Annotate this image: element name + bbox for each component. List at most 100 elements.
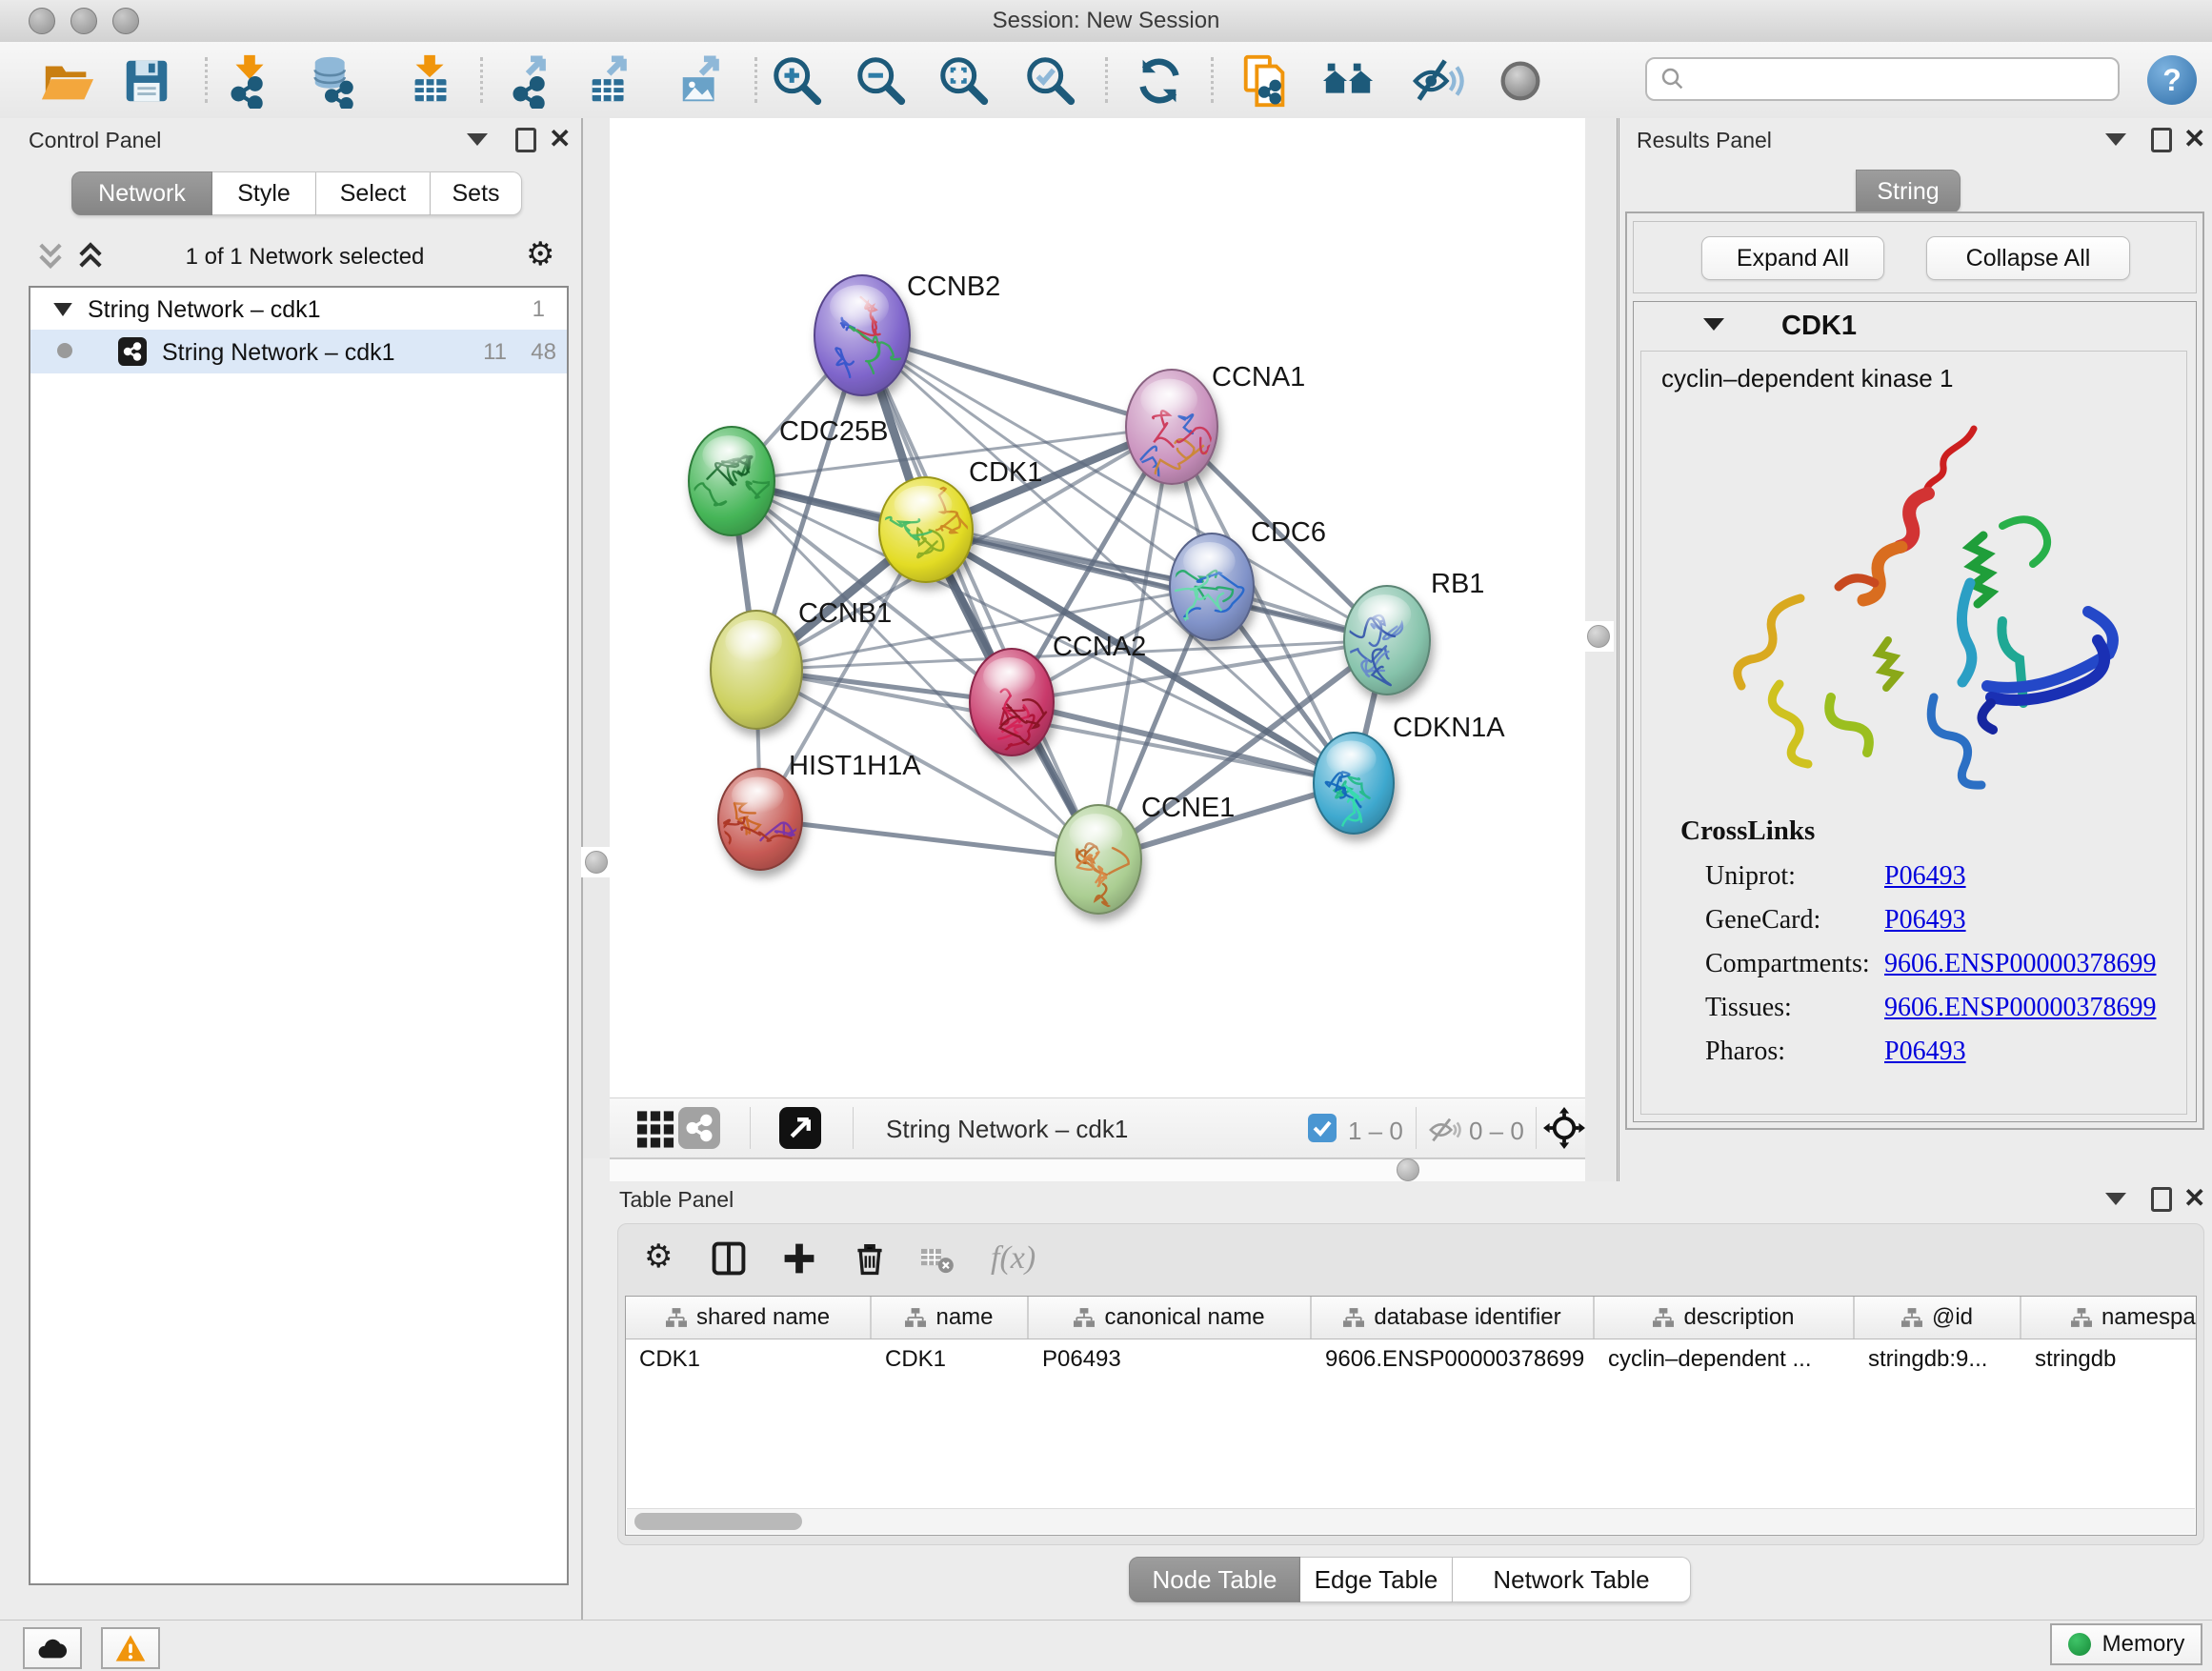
crosslink-genecard-link[interactable]: P06493 [1884, 905, 1966, 936]
detach-view-icon[interactable] [779, 1107, 821, 1149]
cell-id[interactable]: stringdb:9... [1855, 1339, 2021, 1380]
crosslink-uniprot-link[interactable]: P06493 [1884, 861, 1966, 892]
right-splitter-handle[interactable] [1587, 625, 1610, 648]
table-options-gear-icon[interactable]: ⚙ [644, 1240, 673, 1273]
first-neighbors-icon[interactable] [1320, 53, 1376, 109]
cell-name[interactable]: CDK1 [872, 1339, 1029, 1380]
network-node-CCNE1[interactable] [1056, 805, 1141, 914]
toolbar-separator [205, 57, 208, 103]
table-horizontal-scrollbar[interactable] [627, 1508, 2195, 1534]
table-row[interactable]: CDK1 CDK1 P06493 9606.ENSP00000378699 cy… [626, 1339, 2197, 1380]
left-splitter[interactable] [583, 118, 610, 1158]
export-network-icon[interactable] [504, 53, 559, 109]
collapse-all-button[interactable]: Collapse All [1926, 236, 2130, 280]
warnings-button[interactable] [101, 1627, 160, 1669]
expand-all-button[interactable]: Expand All [1701, 236, 1884, 280]
column-header-description[interactable]: description [1595, 1297, 1855, 1339]
network-node-HIST1H1A[interactable] [718, 769, 817, 870]
gene-collapse-icon[interactable] [1703, 318, 1724, 331]
cell-shared-name[interactable]: CDK1 [626, 1339, 872, 1380]
network-node-CCNA1[interactable] [1126, 370, 1222, 484]
show-columns-icon[interactable] [709, 1238, 749, 1278]
column-header-database-identifier[interactable]: database identifier [1312, 1297, 1595, 1339]
import-network-from-database-icon[interactable] [308, 53, 363, 109]
selected-checkbox-icon[interactable] [1308, 1114, 1337, 1142]
tab-network-table[interactable]: Network Table [1453, 1557, 1691, 1602]
export-image-icon[interactable] [675, 53, 731, 109]
collapse-all-networks-icon[interactable] [34, 240, 67, 272]
tab-node-table[interactable]: Node Table [1129, 1557, 1300, 1602]
network-node-CCNB1[interactable] [711, 611, 802, 729]
control-panel-float-icon[interactable] [515, 128, 536, 152]
results-panel-close-icon[interactable]: ✕ [2183, 128, 2205, 151]
network-node-CCNB2[interactable] [814, 275, 910, 395]
hide-selected-icon[interactable] [1410, 53, 1465, 109]
results-panel-menu-icon[interactable] [2105, 133, 2126, 146]
table-panel-close-icon[interactable]: ✕ [2183, 1187, 2205, 1210]
control-panel-close-icon[interactable]: ✕ [549, 128, 571, 151]
network-share-view-icon[interactable] [678, 1107, 720, 1149]
tab-edge-table[interactable]: Edge Table [1300, 1557, 1453, 1602]
zoom-in-icon[interactable] [770, 53, 825, 109]
column-type-icon [1074, 1308, 1095, 1327]
network-edge-HIST1H1A-CCNE1 [760, 819, 1098, 859]
column-header-id[interactable]: @id [1855, 1297, 2021, 1339]
cell-namespace[interactable]: stringdb [2021, 1339, 2197, 1380]
network-node-CDC25B[interactable] [689, 427, 774, 535]
control-panel-menu-icon[interactable] [467, 133, 488, 146]
network-node-CDK1[interactable] [875, 477, 973, 582]
new-network-from-selection-icon[interactable] [1238, 53, 1294, 109]
table-panel-float-icon[interactable] [2151, 1187, 2172, 1212]
network-collection-row[interactable]: String Network – cdk1 1 [30, 288, 567, 330]
network-canvas[interactable]: CCNB2CCNA1CDC25BCDK1CDC6RB1CCNB1CCNA2CDK… [610, 118, 1585, 1097]
node-label-CCNA2: CCNA2 [1053, 632, 1146, 662]
cloud-status-button[interactable] [23, 1627, 82, 1669]
table-scrollbar-thumb[interactable] [634, 1513, 802, 1530]
zoom-fit-icon[interactable] [936, 53, 992, 109]
network-options-gear-icon[interactable]: ⚙ [526, 238, 554, 271]
table-panel-menu-icon[interactable] [2105, 1193, 2126, 1205]
column-header-shared-name[interactable]: shared name [626, 1297, 872, 1339]
tab-network[interactable]: Network [71, 171, 212, 215]
column-header-namespace[interactable]: namespace [2021, 1297, 2197, 1339]
show-all-icon[interactable] [1493, 53, 1548, 109]
import-network-icon[interactable] [222, 53, 277, 109]
expand-all-networks-icon[interactable] [74, 240, 107, 272]
apply-layout-icon[interactable] [1132, 53, 1187, 109]
horizontal-splitter-handle[interactable] [1397, 1158, 1419, 1181]
network-node-RB1[interactable] [1343, 586, 1430, 695]
grid-view-icon[interactable] [634, 1107, 676, 1149]
open-session-icon[interactable] [40, 53, 95, 109]
help-icon[interactable]: ? [2147, 55, 2197, 105]
tab-style[interactable]: Style [212, 171, 316, 215]
collapse-icon[interactable] [53, 303, 72, 316]
horizontal-splitter[interactable] [610, 1158, 1585, 1181]
memory-button[interactable]: Memory [2050, 1623, 2202, 1665]
zoom-selected-icon[interactable] [1023, 53, 1078, 109]
search-input[interactable] [1687, 65, 2118, 93]
toolbar-separator [1211, 57, 1214, 103]
import-table-icon[interactable] [404, 53, 459, 109]
left-splitter-handle[interactable] [585, 851, 608, 874]
column-type-icon [905, 1308, 926, 1327]
birds-eye-view-icon[interactable] [1543, 1107, 1585, 1149]
delete-column-icon[interactable] [850, 1238, 890, 1278]
network-row-selected[interactable]: String Network – cdk1 11 48 [30, 330, 567, 373]
zoom-out-icon[interactable] [854, 53, 909, 109]
save-session-icon[interactable] [119, 53, 174, 109]
tab-sets[interactable]: Sets [431, 171, 522, 215]
cell-database-identifier[interactable]: 9606.ENSP00000378699 [1312, 1339, 1595, 1380]
crosslink-pharos-link[interactable]: P06493 [1884, 1037, 1966, 1067]
results-panel-float-icon[interactable] [2151, 128, 2172, 152]
export-table-icon[interactable] [583, 53, 638, 109]
crosslink-tissues-link[interactable]: 9606.ENSP00000378699 [1884, 993, 2156, 1023]
cell-canonical-name[interactable]: P06493 [1029, 1339, 1312, 1380]
tab-select[interactable]: Select [316, 171, 431, 215]
column-header-name[interactable]: name [872, 1297, 1029, 1339]
crosslink-compartments-link[interactable]: 9606.ENSP00000378699 [1884, 949, 2156, 979]
network-node-CDKN1A[interactable] [1314, 733, 1394, 834]
tab-string[interactable]: String [1856, 170, 1961, 213]
cell-description[interactable]: cyclin–dependent ... [1595, 1339, 1855, 1380]
column-header-canonical-name[interactable]: canonical name [1029, 1297, 1312, 1339]
add-column-icon[interactable] [779, 1238, 819, 1278]
